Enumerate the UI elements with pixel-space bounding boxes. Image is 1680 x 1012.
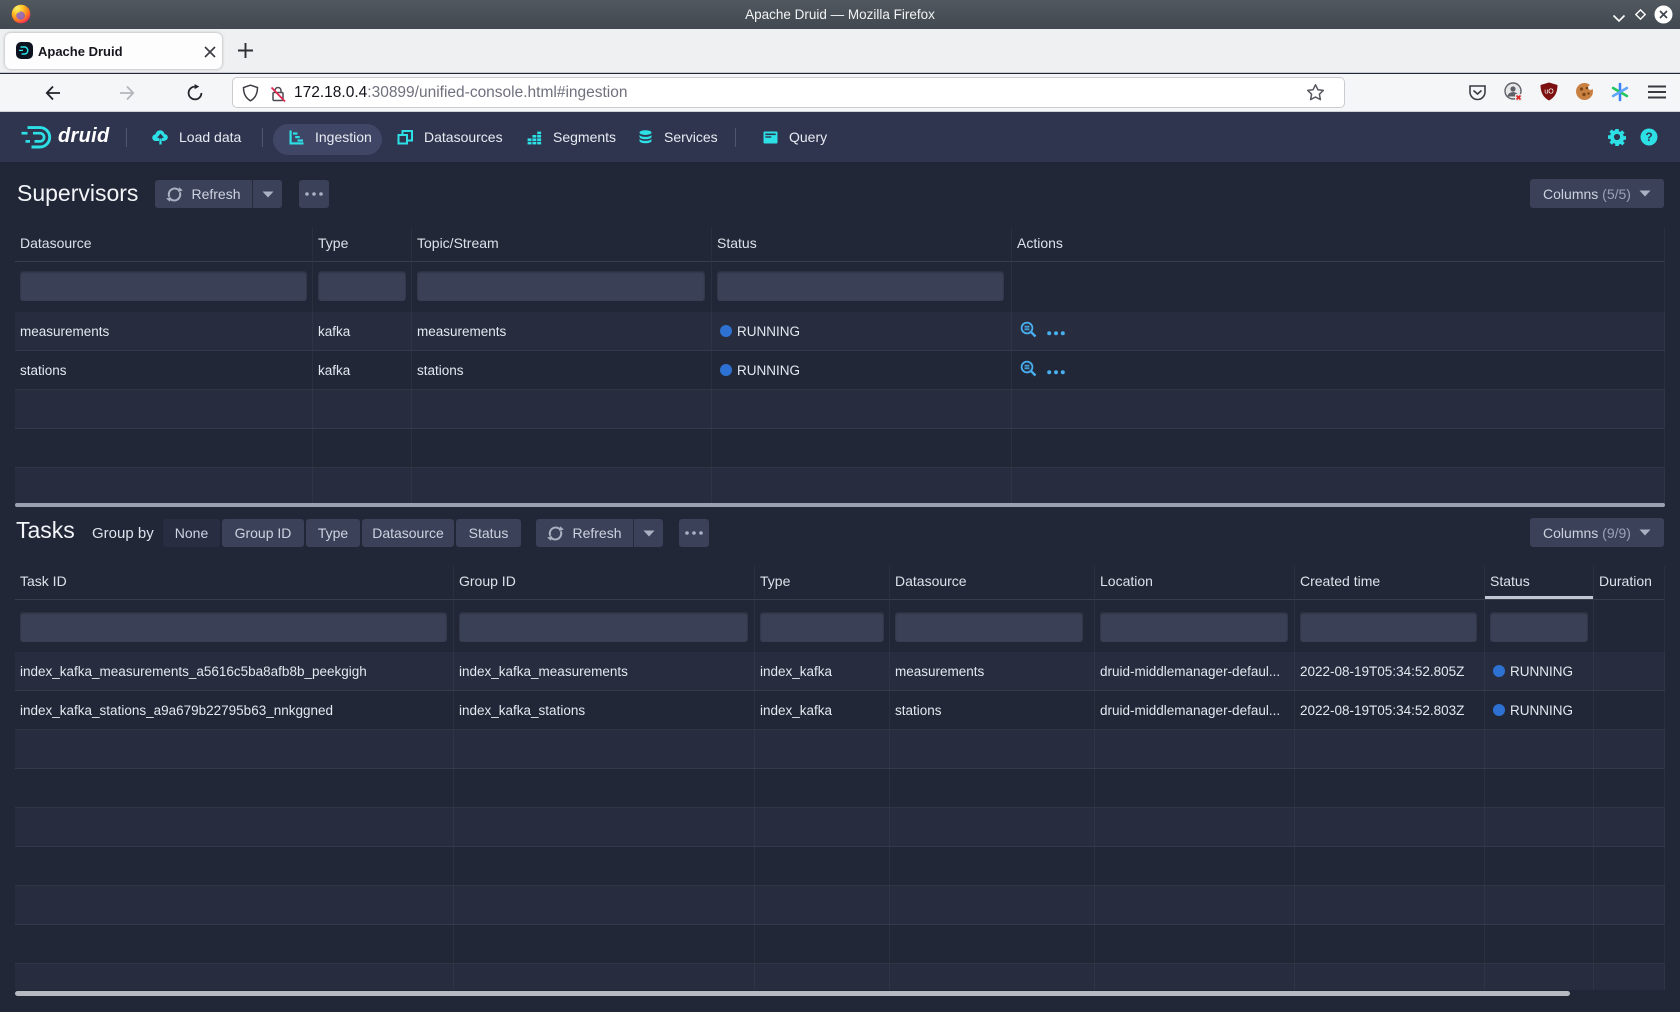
svg-text:?: ?	[1645, 130, 1652, 144]
svg-text:uO: uO	[1544, 89, 1554, 96]
